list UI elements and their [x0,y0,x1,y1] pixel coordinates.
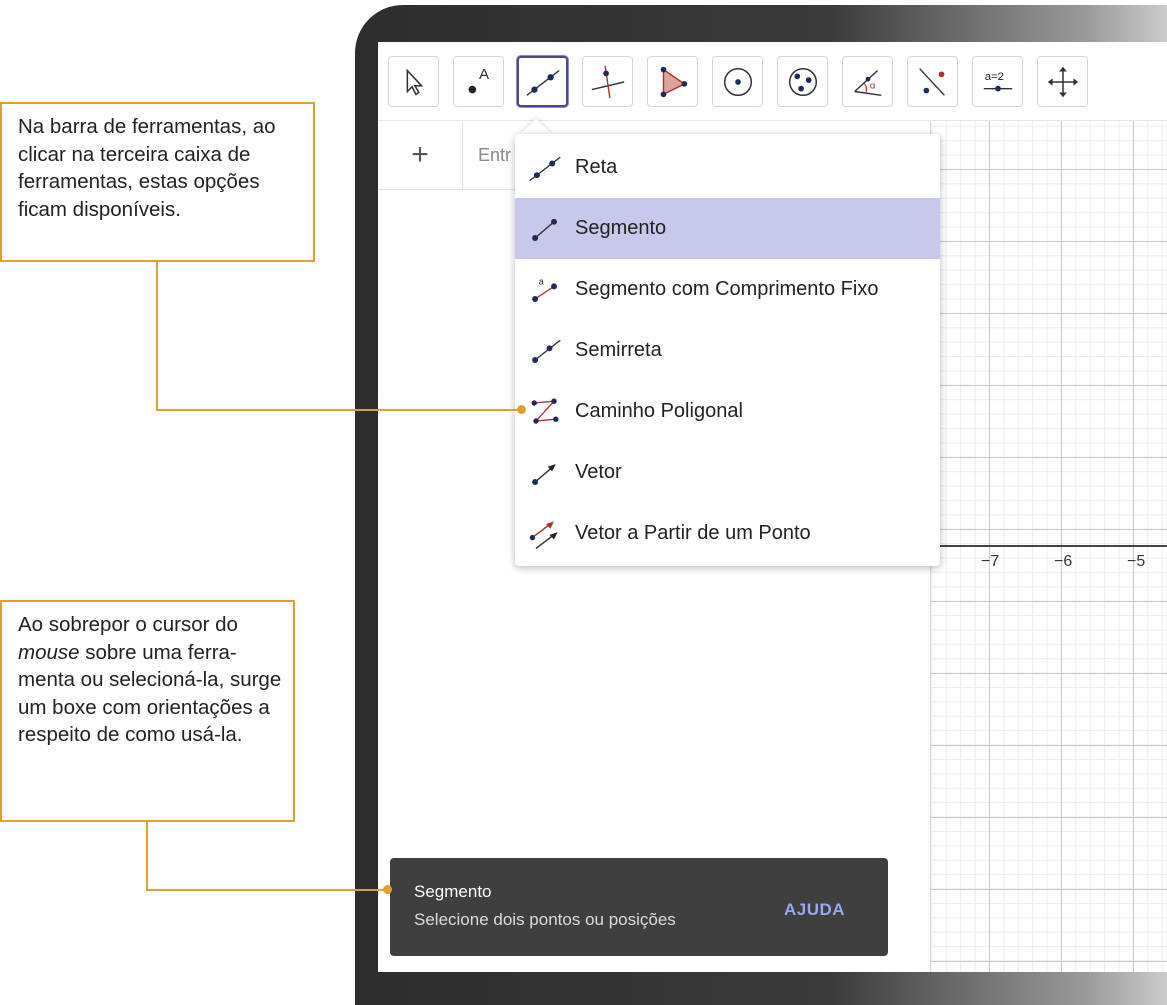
point-tool-button[interactable]: A [453,56,504,107]
menu-item-label: Semirreta [575,339,662,361]
svg-text:A: A [479,66,490,83]
move-tool-icon [406,68,423,95]
svg-text:a=2: a=2 [984,71,1003,83]
annotation-text-italic: mouse [18,640,80,664]
angle-tool-button[interactable]: α [842,56,893,107]
menu-item-label: Segmento com Comprimento Fixo [575,278,879,300]
point-tool-icon: A [468,66,490,93]
tool-help-tooltip: Segmento Selecione dois pontos ou posiçõ… [390,858,888,956]
svg-text:a: a [539,276,544,286]
add-item-button[interactable]: + [378,121,463,189]
move-tool-button[interactable] [388,56,439,107]
ray-icon [532,339,561,363]
segment-icon [532,218,557,241]
slider-tool-icon: a=2 [983,71,1012,91]
reflect-tool-icon [918,67,945,96]
menu-item-vetor-ponto[interactable]: Vetor a Partir de um Ponto [515,503,940,564]
help-link[interactable]: AJUDA [784,900,845,920]
leader-line [146,822,148,890]
menu-item-semirreta[interactable]: Semirreta [515,320,940,381]
menu-caret [520,118,552,134]
x-tick-label: −5 [1127,553,1146,570]
vector-from-point-icon [529,520,558,549]
conic-tool-icon [788,67,817,96]
move-graphics-tool-button[interactable] [1037,56,1088,107]
circle-tool-icon [723,67,752,96]
annotation-callout-toolbar: Na barra de ferramentas, ao clicar na te… [0,102,315,262]
menu-item-label: Segmento [575,217,667,239]
leader-dot [517,405,526,414]
vector-icon [532,463,556,485]
tooltip-description: Selecione dois pontos ou posições [414,910,676,929]
perpendicular-tool-icon [591,65,624,98]
line-tool-icon [525,69,560,96]
angle-tool-icon: α [853,69,881,96]
perpendicular-tool-button[interactable] [582,56,633,107]
x-axis [931,545,1167,547]
line-tools-menu: Reta Segmento a Segmento com Comprimento… [515,134,940,566]
leader-dot [383,885,392,894]
leader-line [156,262,158,410]
menu-item-label: Vetor [575,461,622,483]
menu-item-label: Vetor a Partir de um Ponto [575,522,811,544]
toolbar: A α a=2 [378,42,1167,121]
menu-item-reta[interactable]: Reta [515,137,940,198]
svg-text:α: α [869,80,875,91]
move-graphics-tool-icon [1047,66,1078,97]
annotation-callout-tooltip: Ao sobrepor o cursor do mouse sobre uma … [0,600,295,822]
leader-line [156,409,522,411]
polygon-tool-button[interactable] [647,56,698,107]
annotation-text: Na barra de ferramentas, ao clicar na te… [18,115,276,221]
reflect-tool-button[interactable] [907,56,958,107]
tooltip-title: Segmento [414,882,492,901]
algebra-input[interactable]: Entr [478,145,511,166]
line-icon [529,156,561,181]
annotation-text: Ao sobrepor o cursor do [18,613,238,636]
menu-item-segmento[interactable]: Segmento [515,198,940,259]
conic-tool-button[interactable] [777,56,828,107]
polyline-icon [531,398,559,424]
menu-item-vetor[interactable]: Vetor [515,442,940,503]
slider-tool-button[interactable]: a=2 [972,56,1023,107]
x-tick-label: −6 [1054,553,1073,570]
graphics-view[interactable]: −7 −6 −5 [930,121,1167,972]
menu-item-caminho-poligonal[interactable]: Caminho Poligonal [515,381,940,442]
leader-line [146,889,388,891]
x-tick-label: −7 [981,553,1000,570]
segment-fixed-length-icon: a [532,276,557,302]
menu-item-label: Reta [575,156,618,178]
line-tool-button[interactable] [517,56,568,107]
polygon-tool-icon [660,66,687,97]
menu-item-segmento-fixo[interactable]: a Segmento com Comprimento Fixo [515,259,940,320]
menu-item-label: Caminho Poligonal [575,400,743,422]
circle-tool-button[interactable] [712,56,763,107]
